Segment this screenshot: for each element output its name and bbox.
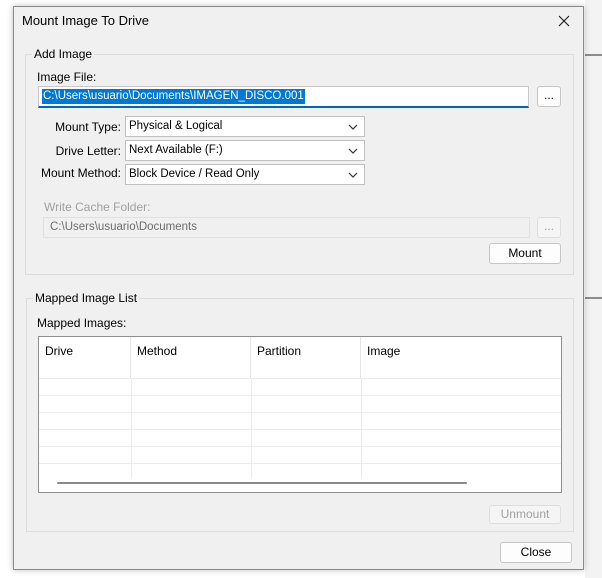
close-icon bbox=[558, 15, 570, 27]
background-divider bbox=[585, 54, 602, 56]
mount-type-label: Mount Type: bbox=[55, 120, 121, 134]
horizontal-scrollbar[interactable] bbox=[57, 482, 467, 484]
write-cache-label: Write Cache Folder: bbox=[44, 200, 151, 214]
mapped-images-list[interactable]: Drive Method Partition Image bbox=[38, 336, 562, 493]
write-cache-value: C:\Users\usuario\Documents bbox=[50, 221, 197, 233]
grid-line bbox=[39, 412, 561, 413]
chevron-down-icon bbox=[348, 148, 358, 154]
mapped-image-legend: Mapped Image List bbox=[33, 291, 140, 305]
mapped-images-label: Mapped Images: bbox=[37, 316, 127, 330]
drive-letter-dropdown[interactable]: Next Available (F:) bbox=[125, 140, 365, 161]
mount-button[interactable]: Mount bbox=[489, 243, 561, 264]
mount-image-dialog: Mount Image To Drive Add Image Image Fil… bbox=[13, 6, 584, 570]
close-window-button[interactable] bbox=[549, 7, 579, 35]
close-button[interactable]: Close bbox=[500, 542, 572, 563]
drive-letter-label: Drive Letter: bbox=[55, 144, 121, 158]
title-bar: Mount Image To Drive bbox=[14, 7, 583, 37]
background-divider bbox=[585, 297, 602, 299]
column-header-drive[interactable]: Drive bbox=[39, 337, 131, 378]
add-image-legend: Add Image bbox=[32, 47, 95, 61]
grid-line bbox=[39, 463, 561, 464]
browse-image-button[interactable]: ... bbox=[537, 86, 561, 107]
grid-line bbox=[361, 378, 362, 478]
write-cache-input[interactable]: C:\Users\usuario\Documents bbox=[43, 217, 530, 238]
grid-line bbox=[39, 378, 561, 379]
mount-type-value: Physical & Logical bbox=[129, 120, 223, 132]
grid-line bbox=[39, 395, 561, 396]
mount-method-label: Mount Method: bbox=[40, 166, 121, 180]
column-header-method[interactable]: Method bbox=[131, 337, 251, 378]
column-header-partition[interactable]: Partition bbox=[251, 337, 361, 378]
mount-method-dropdown[interactable]: Block Device / Read Only bbox=[125, 164, 365, 185]
mount-method-value: Block Device / Read Only bbox=[129, 168, 260, 180]
grid-line bbox=[251, 378, 252, 478]
image-file-value: C:\Users\usuario\Documents\IMAGEN_DISCO.… bbox=[42, 89, 305, 104]
browse-cache-button[interactable]: ... bbox=[537, 217, 561, 238]
image-file-input[interactable]: C:\Users\usuario\Documents\IMAGEN_DISCO.… bbox=[38, 86, 529, 108]
drive-letter-value: Next Available (F:) bbox=[129, 144, 223, 156]
chevron-down-icon bbox=[348, 124, 358, 130]
chevron-down-icon bbox=[348, 172, 358, 178]
mount-type-dropdown[interactable]: Physical & Logical bbox=[125, 116, 365, 137]
unmount-button[interactable]: Unmount bbox=[489, 505, 561, 524]
background-window bbox=[585, 0, 602, 578]
grid-line bbox=[131, 378, 132, 478]
column-header-image[interactable]: Image bbox=[361, 337, 561, 378]
window-title: Mount Image To Drive bbox=[22, 13, 149, 28]
grid-line bbox=[39, 429, 561, 430]
grid-line bbox=[39, 446, 561, 447]
image-file-label: Image File: bbox=[37, 70, 97, 84]
